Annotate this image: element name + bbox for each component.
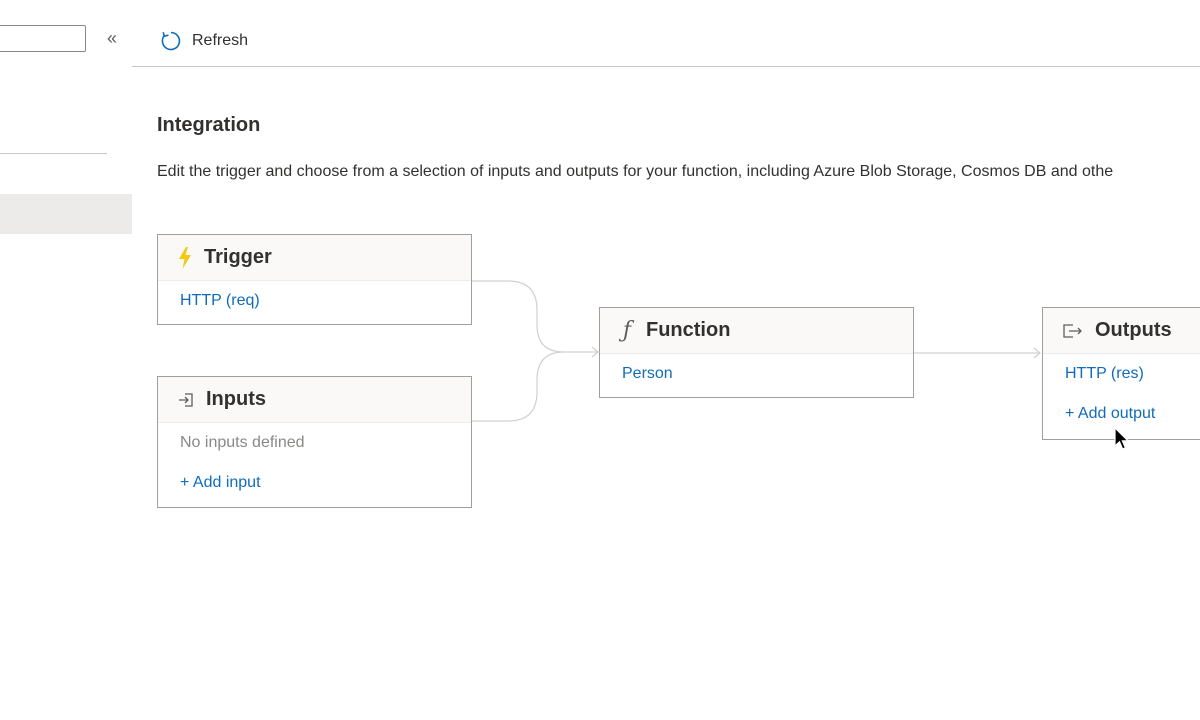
refresh-button[interactable]: Refresh — [160, 26, 248, 56]
trigger-card-title: Trigger — [204, 246, 272, 268]
page-description: Edit the trigger and choose from a selec… — [157, 163, 1114, 180]
inputs-card-body: No inputs defined + Add input — [158, 423, 471, 492]
page-title: Integration — [157, 114, 261, 136]
inputs-to-function-connector — [472, 351, 565, 422]
function-card-header: ƒ Function — [600, 308, 913, 354]
inputs-card-header: Inputs — [158, 377, 471, 423]
trigger-to-function-connector — [472, 280, 597, 353]
refresh-icon — [161, 31, 181, 51]
function-arrowhead — [591, 346, 599, 358]
inputs-card: Inputs No inputs defined + Add input — [157, 376, 472, 508]
add-input-link[interactable]: + Add input — [180, 474, 449, 492]
nav-divider — [0, 153, 107, 154]
nav-item-selected[interactable] — [0, 194, 132, 234]
trigger-binding-link[interactable]: HTTP (req) — [180, 292, 449, 310]
left-nav: « — [0, 0, 132, 720]
add-output-link[interactable]: + Add output — [1065, 405, 1199, 423]
trigger-card-header: Trigger — [158, 235, 471, 281]
collapse-nav-button[interactable]: « — [102, 27, 122, 51]
function-integration-page: « Refresh Integration Edit the trigger a… — [0, 0, 1200, 720]
function-name-link[interactable]: Person — [622, 365, 891, 383]
outputs-arrowhead — [1033, 347, 1041, 359]
outputs-card-header: Outputs — [1043, 308, 1200, 354]
function-card-title: Function — [646, 319, 731, 341]
no-inputs-text: No inputs defined — [180, 434, 305, 451]
outputs-card-title: Outputs — [1095, 319, 1172, 341]
command-bar: Refresh — [132, 0, 1200, 67]
function-icon: ƒ — [622, 318, 632, 343]
function-card: ƒ Function Person — [599, 307, 914, 398]
trigger-card: Trigger HTTP (req) — [157, 234, 472, 325]
mouse-cursor-icon — [1114, 427, 1130, 450]
function-card-body: Person — [600, 354, 913, 383]
output-binding-link[interactable]: HTTP (res) — [1065, 365, 1199, 383]
outputs-card-body: HTTP (res) + Add output — [1043, 354, 1200, 423]
output-icon — [1063, 323, 1082, 338]
input-icon — [179, 392, 193, 407]
inputs-card-title: Inputs — [206, 388, 266, 410]
refresh-label: Refresh — [192, 32, 249, 49]
nav-search-input[interactable] — [0, 25, 86, 52]
outputs-card: Outputs HTTP (res) + Add output — [1042, 307, 1200, 440]
trigger-card-body: HTTP (req) — [158, 281, 471, 310]
lightning-icon — [179, 246, 191, 269]
